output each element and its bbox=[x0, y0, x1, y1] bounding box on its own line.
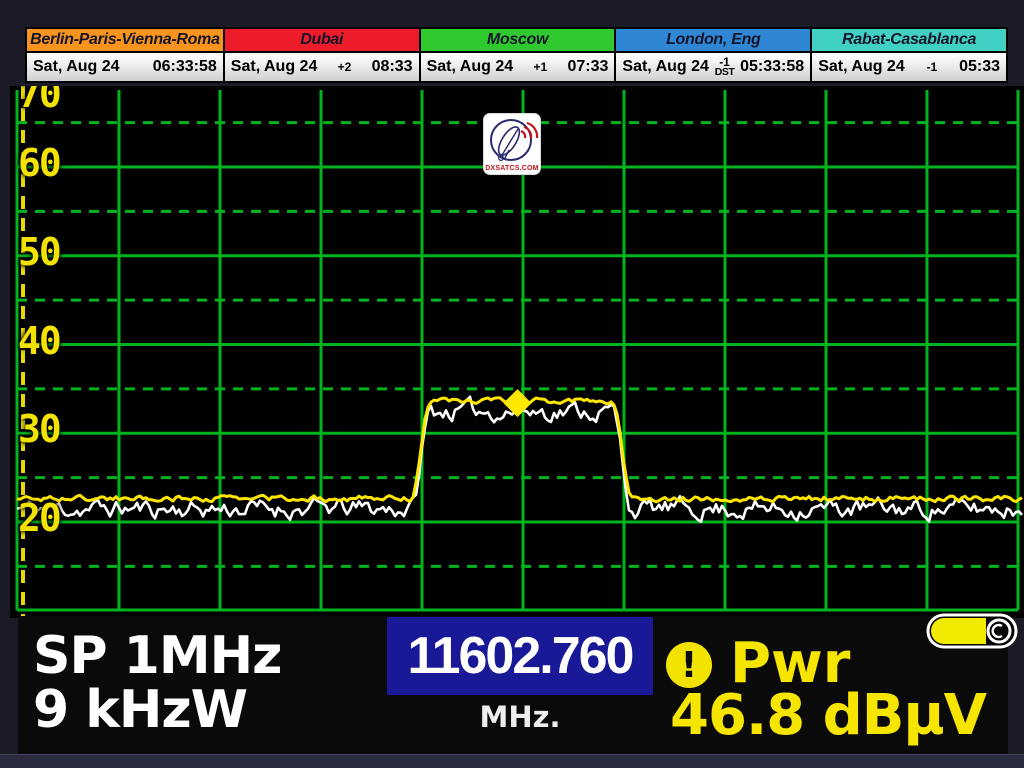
clock-cell-moscow: Moscow Sat, Aug 24 +1 07:33 bbox=[419, 29, 615, 81]
y-axis-tick-label: 20 bbox=[18, 496, 60, 548]
clock-cell-rabat: Rabat-Casablanca Sat, Aug 24 -1 05:33 bbox=[810, 29, 1006, 81]
y-axis-tick-label: 60 bbox=[18, 141, 60, 193]
logo-text: DXSATCS.COM bbox=[484, 165, 540, 172]
bottom-strip bbox=[0, 754, 1024, 768]
clock-date: Sat, Aug 24 bbox=[818, 58, 905, 76]
tab-berlin-paris-vienna-roma[interactable]: Berlin-Paris-Vienna-Roma bbox=[27, 29, 223, 53]
utc-offset: +2 bbox=[338, 62, 352, 72]
bandwidth-readout: 9 kHzW bbox=[33, 684, 247, 736]
clock-cell-berlin: Berlin-Paris-Vienna-Roma Sat, Aug 24 06:… bbox=[27, 29, 223, 81]
clock-time-moscow: Sat, Aug 24 +1 07:33 bbox=[421, 53, 615, 81]
tab-rabat-casablanca[interactable]: Rabat-Casablanca bbox=[812, 29, 1006, 53]
clock-date: Sat, Aug 24 bbox=[622, 58, 709, 76]
clock-date: Sat, Aug 24 bbox=[33, 58, 120, 76]
clock-date: Sat, Aug 24 bbox=[427, 58, 514, 76]
clock-date: Sat, Aug 24 bbox=[231, 58, 318, 76]
readout-panel: SP 1MHz 9 kHzW 11602.760 MHz. ! Pwr 46.8… bbox=[18, 616, 1008, 754]
y-axis-tick-label: 50 bbox=[18, 230, 60, 282]
clock-time: 06:33:58 bbox=[153, 58, 217, 76]
utc-offset-dst: -1 DST bbox=[715, 57, 735, 77]
tab-moscow[interactable]: Moscow bbox=[421, 29, 615, 53]
clock-time: 07:33 bbox=[567, 58, 608, 76]
frequency-unit-label: MHz. bbox=[387, 700, 653, 734]
y-axis-tick-label: 70 bbox=[18, 86, 60, 124]
tab-dubai[interactable]: Dubai bbox=[225, 29, 419, 53]
frequency-display[interactable]: 11602.760 bbox=[387, 617, 653, 695]
clock-time: 05:33 bbox=[959, 58, 1000, 76]
y-axis-tick-label: 40 bbox=[18, 319, 60, 371]
dxsatcs-logo: DXSATCS.COM bbox=[484, 114, 540, 174]
y-axis-tick-label: 30 bbox=[18, 407, 60, 459]
spectrum-analyzer-screen: Berlin-Paris-Vienna-Roma Sat, Aug 24 06:… bbox=[0, 0, 1024, 768]
live_trace bbox=[17, 397, 1022, 522]
clock-time: 08:33 bbox=[372, 58, 413, 76]
clock-time: 05:33:58 bbox=[740, 58, 804, 76]
clock-cell-dubai: Dubai Sat, Aug 24 +2 08:33 bbox=[223, 29, 419, 81]
clock-time-berlin: Sat, Aug 24 06:33:58 bbox=[27, 53, 223, 81]
power-value: 46.8 dBµV bbox=[670, 688, 986, 744]
clock-time-london: Sat, Aug 24 -1 DST 05:33:58 bbox=[616, 53, 810, 81]
tab-london[interactable]: London, Eng bbox=[616, 29, 810, 53]
span-readout: SP 1MHz bbox=[33, 630, 281, 682]
clock-time-dubai: Sat, Aug 24 +2 08:33 bbox=[225, 53, 419, 81]
utc-offset: +1 bbox=[533, 62, 547, 72]
clock-cell-london: London, Eng Sat, Aug 24 -1 DST 05:33:58 bbox=[614, 29, 810, 81]
world-clock-bar: Berlin-Paris-Vienna-Roma Sat, Aug 24 06:… bbox=[25, 27, 1008, 83]
battery-toggle[interactable] bbox=[926, 613, 1018, 649]
clock-time-rabat: Sat, Aug 24 -1 05:33 bbox=[812, 53, 1006, 81]
alert-icon: ! bbox=[666, 642, 712, 688]
battery-icon bbox=[926, 613, 1018, 649]
utc-offset: -1 bbox=[927, 62, 938, 72]
